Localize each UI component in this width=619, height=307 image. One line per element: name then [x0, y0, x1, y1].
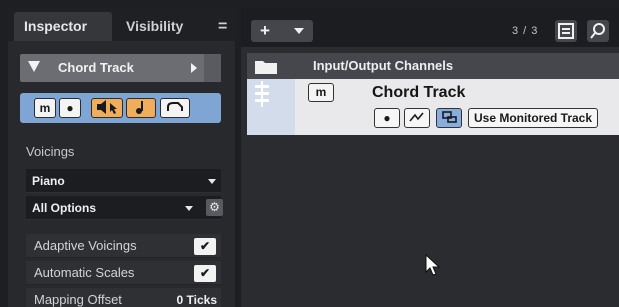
track-color-strip [204, 54, 221, 82]
list-icon [558, 23, 574, 39]
track-list-toolbar: + 3 / 3 [241, 8, 619, 47]
folder-track-icon-area [247, 53, 295, 79]
record-enable-button[interactable]: ● [59, 98, 81, 118]
mapping-offset-row: Mapping Offset 0 Ticks [26, 288, 221, 307]
options-value: All Options [32, 201, 96, 215]
folder-icon [255, 61, 277, 74]
speaker-icon [97, 100, 117, 114]
mute-button[interactable]: m [34, 98, 56, 118]
mapping-offset-value[interactable]: 0 Ticks [177, 288, 217, 307]
monitor-speaker-button[interactable] [91, 98, 123, 118]
menu-icon[interactable]: = [208, 12, 228, 41]
automatic-scales-row: Automatic Scales ✔ [26, 261, 221, 285]
chevron-right-icon[interactable] [191, 63, 197, 73]
search-button[interactable] [587, 20, 609, 42]
chord-track-follow-button[interactable] [436, 108, 462, 128]
chord-track-icon-area [247, 79, 295, 135]
use-monitored-track-button[interactable]: Use Monitored Track [468, 108, 598, 128]
adaptive-voicings-label: Adaptive Voicings [34, 238, 137, 253]
track-name: Chord Track [58, 60, 134, 75]
adaptive-voicings-checkbox[interactable]: ✔ [194, 238, 216, 255]
inspector-panel: Inspector Visibility = Chord Track m ● V… [8, 8, 235, 307]
track-header[interactable]: Chord Track [20, 54, 221, 82]
gear-icon[interactable]: ⚙ [206, 199, 223, 216]
automatic-scales-label: Automatic Scales [34, 265, 135, 280]
tab-inspector[interactable]: Inspector [14, 12, 112, 41]
voicing-dropdown[interactable]: Piano [26, 169, 221, 193]
chevron-down-icon [185, 206, 193, 211]
adaptive-voicings-row: Adaptive Voicings ✔ [26, 234, 221, 258]
chord-track-title: Chord Track [372, 84, 466, 101]
list-view-button[interactable] [555, 20, 577, 42]
tab-visibility[interactable]: Visibility [116, 12, 202, 41]
chevron-down-icon [208, 179, 216, 184]
mapping-offset-label: Mapping Offset [34, 292, 122, 307]
automation-icon [409, 112, 424, 122]
inspector-tab-bar: Inspector Visibility = [8, 8, 235, 41]
chord-track-row[interactable]: m Chord Track ● Use Monitored Track [247, 79, 619, 135]
chord-track-icon [255, 81, 269, 107]
collapse-triangle-icon[interactable] [28, 61, 40, 72]
note-button[interactable] [126, 98, 156, 118]
chord-track-record-button[interactable]: ● [374, 108, 400, 128]
chevron-down-icon [294, 28, 304, 34]
chord-track-mute-button[interactable]: m [308, 83, 334, 102]
follow-chord-icon [442, 111, 457, 123]
curve-arrow-icon [167, 102, 183, 111]
voicings-label: Voicings [26, 144, 75, 159]
plus-icon: + [260, 21, 270, 40]
mouse-cursor-icon [425, 254, 441, 276]
folder-title: Input/Output Channels [313, 58, 454, 73]
voicing-value: Piano [32, 174, 65, 188]
io-channels-folder-row[interactable]: Input/Output Channels [247, 53, 619, 79]
search-icon [590, 23, 605, 39]
music-note-icon [136, 101, 143, 114]
track-controls-row: m ● [20, 93, 221, 123]
track-count: 3 / 3 [512, 25, 539, 37]
automatic-scales-checkbox[interactable]: ✔ [194, 265, 216, 282]
follow-button[interactable] [160, 98, 190, 118]
options-dropdown[interactable]: All Options ⚙ [26, 196, 223, 220]
chord-track-automation-button[interactable] [404, 108, 430, 128]
add-track-button[interactable]: + [251, 20, 313, 42]
